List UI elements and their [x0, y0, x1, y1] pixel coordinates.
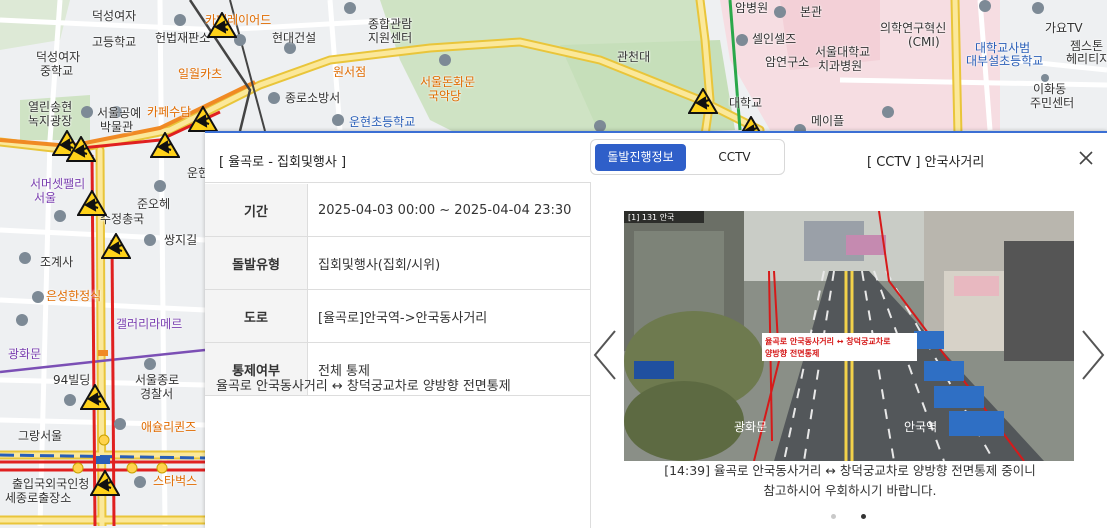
map-label: 종합관람	[368, 17, 413, 31]
prev-arrow-icon[interactable]	[591, 328, 621, 382]
map-label: 메이플	[811, 114, 845, 128]
caption-line: [14:39] 율곡로 안국동사거리 ↔ 창덕궁교차로 양방향 전면통제 중이니	[664, 463, 1036, 478]
map-label: 애슐리퀸즈	[141, 420, 197, 434]
map-label: 스타벅스	[153, 474, 198, 488]
map-label: 국악당	[428, 89, 462, 103]
tab-group: 돌발진행정보 CCTV	[590, 139, 785, 175]
map-label: 광화문	[8, 347, 42, 361]
map-label: 대부설초등학교	[966, 54, 1044, 68]
map-label: 암병원	[735, 1, 769, 15]
row-key: 도로	[205, 289, 308, 343]
carousel-dot[interactable]	[831, 514, 836, 519]
map-label: 대학교	[729, 96, 763, 110]
carousel-dot-active[interactable]	[861, 514, 866, 519]
next-arrow-icon[interactable]	[1077, 328, 1107, 382]
map-label: 암연구소	[765, 55, 810, 69]
incident-title: [ 율곡로 - 집회및행사 ]	[219, 155, 347, 170]
map-label: 서울돈화문	[420, 75, 476, 89]
table-row: 도로 [율곡로]안국역->안국동사거리	[205, 289, 590, 343]
map-label: 본관	[800, 5, 823, 19]
row-key: 기간	[205, 184, 308, 237]
map-label: 현대건설	[272, 31, 317, 45]
map-label: 지원센터	[368, 31, 413, 45]
incident-warning-icon[interactable]	[90, 470, 120, 496]
incident-warning-icon[interactable]	[77, 190, 107, 216]
map-label: 출입국외국인청	[12, 477, 90, 491]
map-label: 카페수담	[147, 105, 192, 119]
incident-warning-icon[interactable]	[101, 233, 131, 259]
cctv-banner-line2: 양방향 전면통제	[765, 348, 819, 358]
map-label: 세종로출장소	[5, 491, 72, 505]
header-divider	[205, 182, 590, 183]
cctv-overlay-text: [1] 131 안국	[628, 212, 674, 222]
row-value: 2025-04-03 00:00 ~ 2025-04-04 23:30	[307, 184, 590, 237]
map-label: 녹지광장	[28, 114, 73, 128]
caption-line: 참고하시어 우회하시기 바랍니다.	[763, 483, 937, 498]
incident-warning-icon[interactable]	[80, 384, 110, 410]
map-label: 경찰서	[140, 387, 174, 401]
incident-details-table: 기간 2025-04-03 00:00 ~ 2025-04-04 23:30 돌…	[205, 184, 590, 396]
map-label: 헤리티지	[1066, 52, 1107, 66]
row-value: 집회및행사(집회/시위)	[307, 236, 590, 290]
table-row: 돌발유형 집회및행사(집회/시위)	[205, 236, 590, 290]
close-icon[interactable]	[1077, 149, 1095, 167]
map-label: 덕성여자	[92, 9, 137, 23]
map-label: (CMI)	[908, 35, 940, 49]
map-label: 서울공예	[97, 106, 142, 120]
incident-warning-icon[interactable]	[188, 106, 218, 132]
map-label: 의학연구혁신	[880, 21, 947, 35]
row-value: [율곡로]안국역->안국동사거리	[307, 289, 590, 343]
cctv-banner-line1: 율곡로 안국동사거리 ↔ 창덕궁교차로	[765, 336, 891, 346]
map-label: 은성한정식	[46, 289, 102, 303]
map-label: 일월카츠	[178, 67, 223, 81]
map-label: 조계사	[40, 255, 74, 269]
map-label: 주민센터	[1030, 96, 1075, 110]
cctv-label-right: 안국역	[904, 420, 937, 434]
incident-info-panel: [ 율곡로 - 집회및행사 ] 돌발진행정보 CCTV [ CCTV ] 안국사…	[205, 131, 1107, 528]
map-label: 서울	[34, 191, 57, 205]
map-label: 원서점	[333, 65, 367, 79]
map-label: 헌법재판소	[155, 31, 211, 45]
map-label: 종로소방서	[285, 91, 341, 105]
map-label: 셀인셀즈	[752, 32, 797, 46]
incident-warning-icon[interactable]	[66, 136, 96, 162]
map-label: 열린송현	[28, 100, 73, 114]
incident-description: 율곡로 안국동사거리 ↔ 창덕궁교차로 양방향 전면통제	[216, 379, 511, 394]
row-key: 돌발유형	[205, 236, 308, 290]
map-label: 서울대학교	[815, 45, 871, 59]
cctv-caption: [14:39] 율곡로 안국동사거리 ↔ 창덕궁교차로 양방향 전면통제 중이니…	[605, 461, 1095, 501]
incident-warning-icon[interactable]	[688, 88, 718, 114]
map-label: 서울종로	[135, 373, 180, 387]
cctv-title: [ CCTV ] 안국사거리	[867, 155, 985, 170]
map-label: 중학교	[40, 64, 74, 78]
cctv-label-left: 광화문	[734, 420, 767, 434]
map-label: 치과병원	[818, 59, 863, 73]
map-label: 가요TV	[1045, 21, 1083, 35]
map-label: 이화동	[1033, 82, 1067, 96]
map-label: 덕성여자	[36, 50, 81, 64]
table-row: 기간 2025-04-03 00:00 ~ 2025-04-04 23:30	[205, 184, 590, 237]
map-label: 갤러리라메르	[116, 317, 183, 331]
tab-cctv[interactable]: CCTV	[689, 144, 780, 171]
map-label: 운현초등학교	[349, 115, 416, 129]
carousel-indicator	[825, 512, 875, 522]
map-label: 쌍지길	[164, 233, 198, 247]
tab-incident-info[interactable]: 돌발진행정보	[595, 144, 686, 171]
map-label: 고등학교	[92, 35, 137, 49]
incident-warning-icon[interactable]	[150, 132, 180, 158]
map-label: 박물관	[100, 120, 134, 134]
map-label: 준오헤	[137, 197, 171, 211]
incident-warning-icon[interactable]	[207, 12, 237, 38]
cctv-image[interactable]: [1] 131 안국 율곡로 안국동사거리 ↔ 창덕궁교차로 양방향 전면통제 …	[624, 211, 1074, 461]
map-label: 그랑서울	[18, 429, 63, 443]
map-label: 관천대	[617, 50, 651, 64]
